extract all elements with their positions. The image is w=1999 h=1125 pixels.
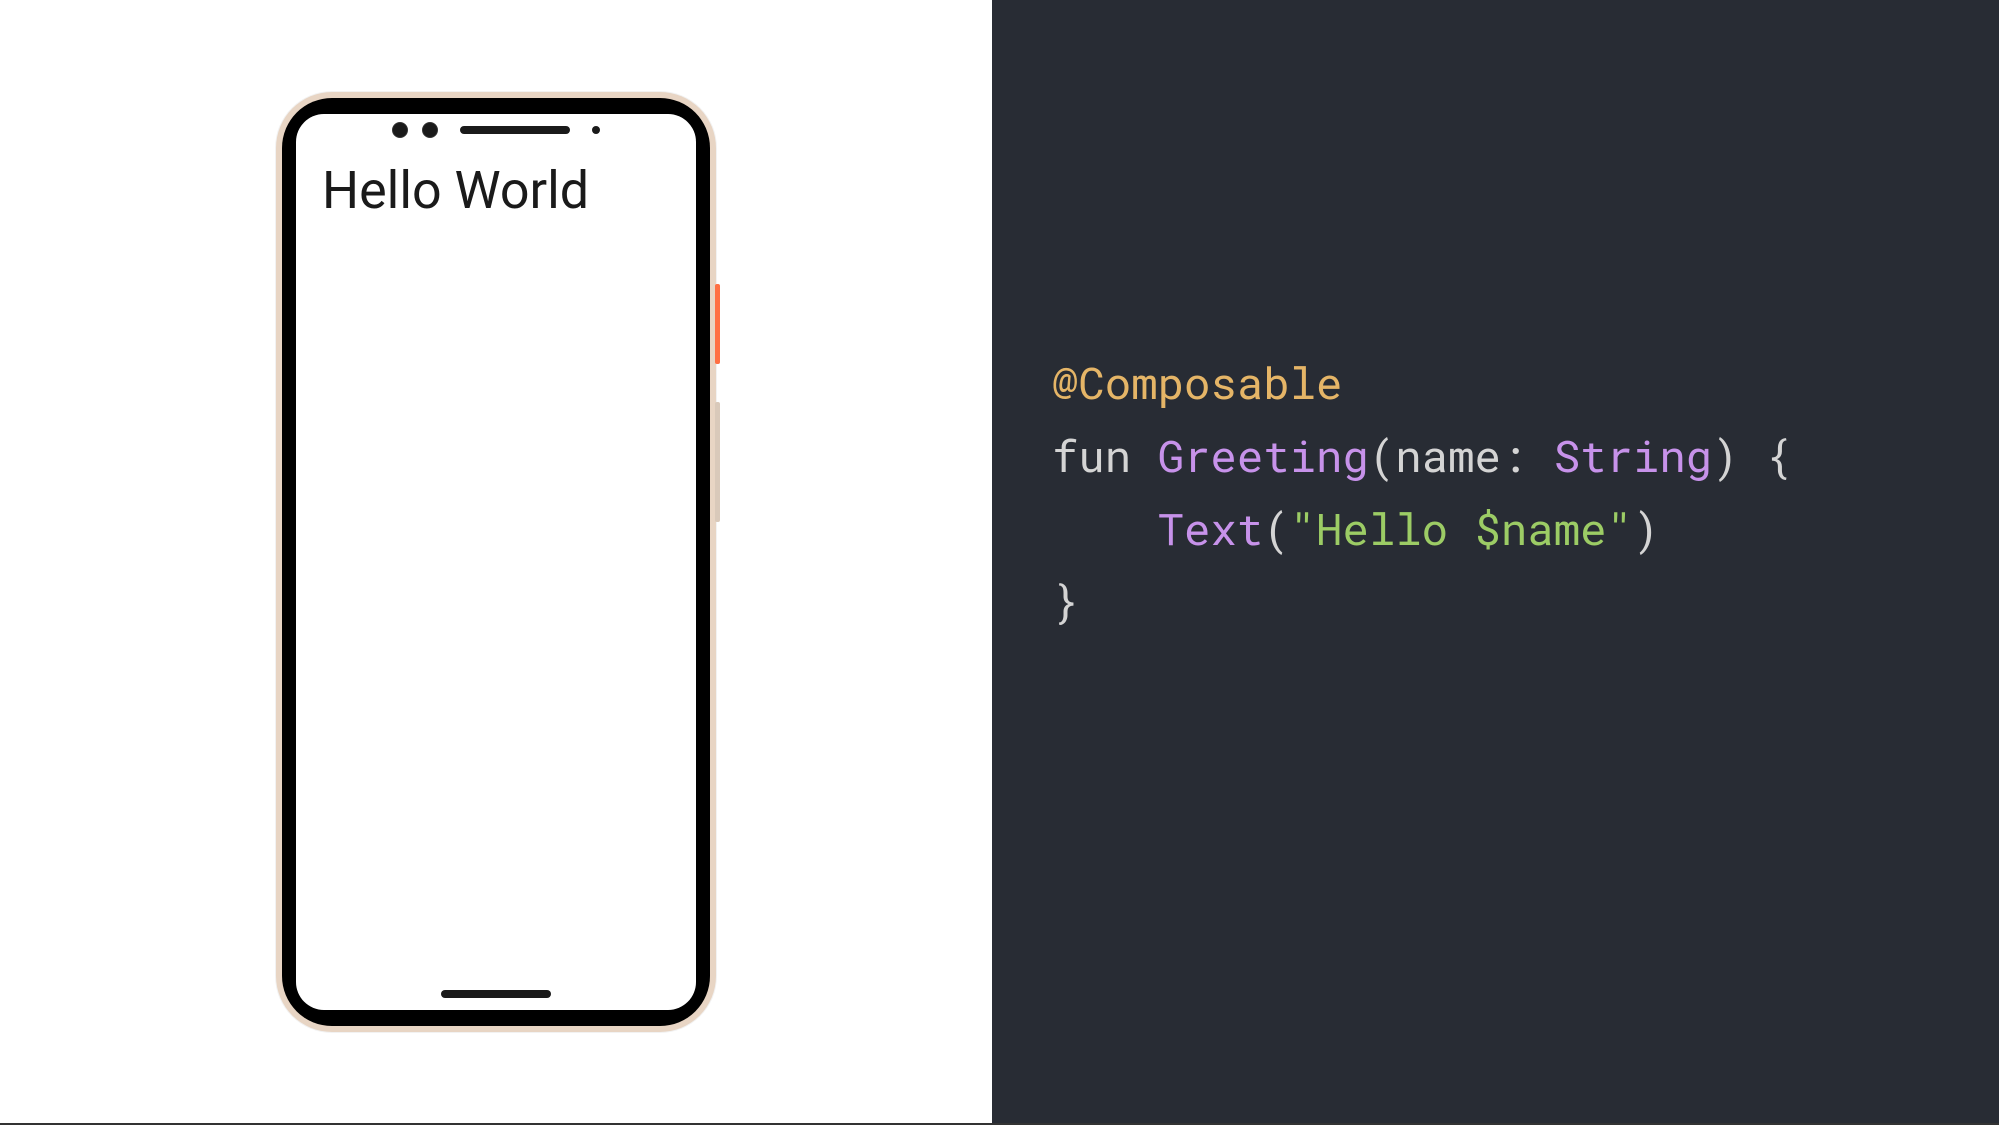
bottom-speaker-icon — [441, 990, 551, 998]
power-button-icon — [715, 284, 720, 364]
code-func-name: Greeting — [1158, 426, 1369, 484]
greeting-text: Hello World — [322, 160, 676, 221]
code-call-name: Text — [1158, 499, 1264, 557]
phone-bezel: Hello World — [282, 98, 710, 1026]
camera-icon — [392, 122, 408, 138]
code-paren-close: ) — [1712, 426, 1738, 484]
code-param-name: name — [1395, 426, 1501, 484]
volume-button-icon — [715, 402, 720, 522]
code-string-literal: "Hello $name" — [1290, 499, 1633, 557]
code-panel: @Composable fun Greeting(name: String) {… — [992, 0, 1999, 1125]
earpiece-icon — [460, 126, 570, 134]
code-keyword-fun: fun — [1052, 426, 1131, 484]
preview-panel: Hello World — [0, 0, 992, 1125]
phone-sensors — [392, 122, 600, 138]
code-block: @Composable fun Greeting(name: String) {… — [1052, 346, 1791, 636]
code-call-paren-close: ) — [1633, 499, 1659, 557]
code-paren-open: ( — [1369, 426, 1395, 484]
code-type-name: String — [1554, 426, 1712, 484]
code-brace-open: { — [1739, 426, 1792, 484]
code-brace-close: } — [1052, 571, 1078, 629]
code-colon: : — [1501, 426, 1527, 484]
sensor-icon — [592, 126, 600, 134]
camera-icon — [422, 122, 438, 138]
phone-frame: Hello World — [276, 92, 716, 1032]
code-call-paren-open: ( — [1263, 499, 1289, 557]
code-annotation: @Composable — [1052, 353, 1342, 411]
phone-screen: Hello World — [296, 114, 696, 1010]
